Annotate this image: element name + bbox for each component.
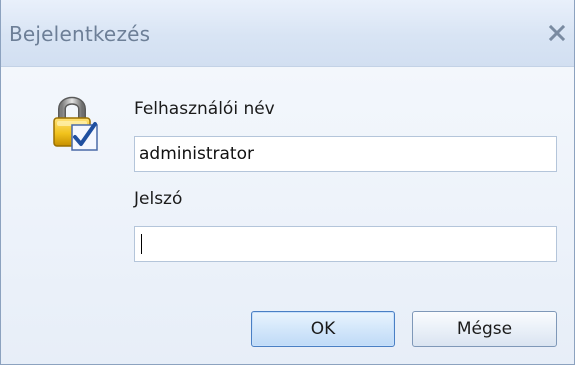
close-button[interactable] <box>546 20 568 44</box>
close-icon <box>548 24 566 42</box>
text-cursor <box>141 234 142 254</box>
username-label: Felhasználói név <box>134 99 275 119</box>
ok-button[interactable]: OK <box>251 311 395 347</box>
lock-with-checkmark-icon <box>51 92 107 152</box>
password-label: Jelszó <box>134 189 183 209</box>
password-input[interactable] <box>134 226 557 262</box>
login-dialog: Bejelentkezés Felhasználói név administr… <box>0 0 575 365</box>
title-bar[interactable]: Bejelentkezés <box>1 0 574 67</box>
cancel-button[interactable]: Mégse <box>412 311 557 347</box>
dialog-title: Bejelentkezés <box>9 22 151 46</box>
username-input[interactable] <box>134 136 557 172</box>
